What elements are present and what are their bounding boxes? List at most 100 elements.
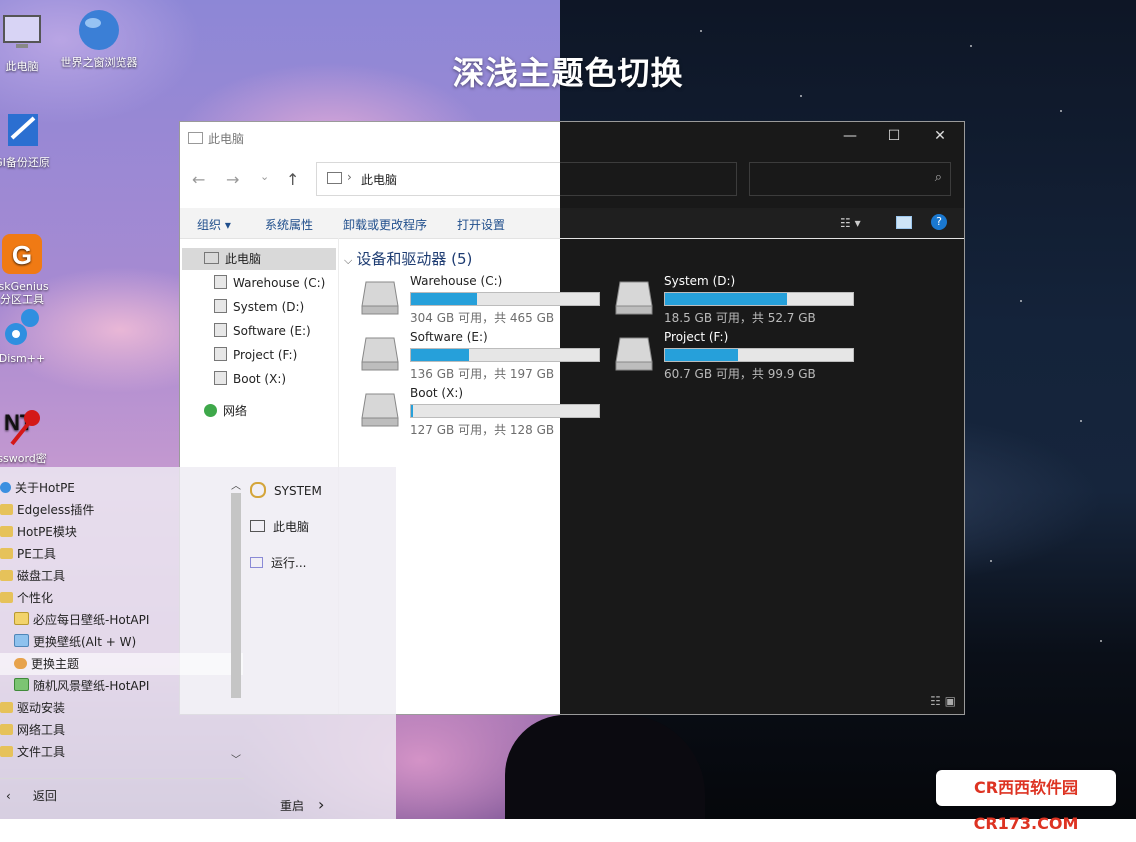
help-icon[interactable]: ? [931, 214, 947, 230]
menu-item-label: 更换壁纸(Alt + W) [33, 635, 137, 649]
search-icon: ⌕ [934, 170, 942, 185]
menu-item[interactable]: PE工具 [0, 543, 228, 565]
nav-drive-d[interactable]: System (D:) [180, 296, 334, 318]
nav-this-pc[interactable]: 此电脑 [182, 248, 336, 270]
start-menu-right-pane: SYSTEM 此电脑 运行... [250, 481, 322, 589]
desktop-icon-label: 世界之窗浏览器 [60, 56, 138, 69]
usage-fill [411, 349, 470, 361]
user-account[interactable]: SYSTEM [250, 481, 322, 517]
drive-tile-d[interactable]: System (D:) 18.5 GB 可用，共 52.7 GB [614, 274, 864, 326]
drive-tile-e[interactable]: Software (E:) 136 GB 可用，共 197 GB [360, 330, 610, 382]
scrollbar[interactable]: ︿ ﹀ [229, 477, 243, 767]
folder-icon [0, 570, 13, 581]
drive-name: Software (E:) [410, 330, 488, 344]
usage-bar [410, 348, 600, 362]
uninstall-button[interactable]: 卸载或更改程序 [343, 216, 427, 233]
menu-item-label: HotPE模块 [17, 525, 77, 539]
menu-item-label: 驱动安装 [17, 701, 66, 715]
organize-button[interactable]: 组织 ▾ [197, 216, 231, 233]
drive-capacity: 18.5 GB 可用，共 52.7 GB [664, 311, 816, 325]
drive-tile-c[interactable]: Warehouse (C:) 304 GB 可用，共 465 GB [360, 274, 610, 326]
drive-tile-f[interactable]: Project (F:) 60.7 GB 可用，共 99.9 GB [614, 330, 864, 382]
nav-drive-c[interactable]: Warehouse (C:) [180, 272, 334, 294]
desktop-icon-label: ssword密 [0, 452, 47, 465]
desktop-icon-backup[interactable]: GI备份还原 [0, 108, 64, 169]
view-toggle-icons[interactable]: ☷ ▣ [930, 694, 956, 708]
section-header[interactable]: ⌵ 设备和驱动器 (5) [344, 248, 472, 269]
folder-icon [0, 548, 13, 559]
menu-item[interactable]: 随机风景壁纸-HotAPI [0, 675, 228, 697]
hard-drive-icon [361, 281, 399, 315]
back-arrow-icon[interactable]: ← [192, 170, 205, 189]
run-link[interactable]: 运行... [250, 553, 322, 589]
menu-item[interactable]: 必应每日壁纸-HotAPI [0, 609, 228, 631]
gears-icon [0, 304, 44, 348]
nav-label: Software (E:) [233, 324, 311, 338]
svg-text:G: G [12, 240, 32, 270]
close-button[interactable]: ✕ [925, 128, 955, 146]
drive-tile-x[interactable]: Boot (X:) 127 GB 可用，共 128 GB [360, 386, 610, 438]
menu-item-label: Edgeless插件 [17, 503, 95, 517]
breadcrumb: 此电脑 [361, 173, 398, 187]
scrollbar-thumb[interactable] [231, 493, 241, 698]
desktop-icon-dism[interactable]: Dism++ [0, 304, 64, 365]
menu-item[interactable]: 驱动安装 [0, 697, 228, 719]
menu-item-selected[interactable]: 更换主题 [0, 653, 243, 675]
back-button[interactable]: ‹ 返回 [6, 787, 57, 804]
minimize-button[interactable]: — [835, 128, 865, 146]
search-input[interactable]: ⌕ [749, 162, 951, 196]
user-icon [250, 482, 266, 498]
usage-bar [664, 292, 854, 306]
chevron-up-icon[interactable]: ︿ [231, 477, 241, 492]
menu-item[interactable]: 个性化 [0, 587, 228, 609]
restart-label: 重启 [280, 799, 305, 813]
nav-label: 此电脑 [225, 252, 262, 266]
menu-item[interactable]: 网络工具 [0, 719, 228, 741]
forward-arrow-icon[interactable]: → [226, 170, 239, 189]
menu-item[interactable]: 更换壁纸(Alt + W) [0, 631, 228, 653]
nav-drive-x[interactable]: Boot (X:) [180, 368, 334, 390]
drive-icon [214, 275, 227, 289]
usage-bar [410, 292, 600, 306]
open-settings-button[interactable]: 打开设置 [457, 216, 505, 233]
nav-drive-e[interactable]: Software (E:) [180, 320, 334, 342]
restart-button[interactable]: 重启 › [280, 795, 324, 814]
back-label: 返回 [32, 789, 57, 803]
start-menu: 关于HotPE Edgeless插件 HotPE模块 PE工具 磁盘工具 个性化… [0, 467, 396, 819]
preview-pane-icon[interactable] [896, 216, 912, 229]
hard-drive-icon [361, 337, 399, 371]
menu-item-label: 必应每日壁纸-HotAPI [33, 613, 150, 627]
desktop-icon-label: 此电脑 [5, 60, 39, 73]
up-arrow-icon[interactable]: ↑ [286, 170, 299, 189]
desktop-icon-browser[interactable]: 世界之窗浏览器 [57, 8, 141, 69]
view-options-icon[interactable]: ☷ ▾ [840, 216, 861, 230]
menu-item[interactable]: 磁盘工具 [0, 565, 228, 587]
system-properties-button[interactable]: 系统属性 [265, 216, 313, 233]
desktop-icon-this-pc[interactable]: 此电脑 [0, 12, 64, 73]
this-pc-link[interactable]: 此电脑 [250, 517, 322, 553]
recent-dropdown-icon[interactable]: ⌄ [260, 170, 269, 183]
desktop-icon-label: iskGenius 分区工具 [0, 280, 49, 306]
hard-drive-icon [615, 281, 653, 315]
menu-item[interactable]: 文件工具 [0, 741, 228, 763]
maximize-button[interactable]: ☐ [879, 128, 909, 146]
usage-bar [664, 348, 854, 362]
command-bar-dark: ☷ ▾ ? [560, 208, 964, 238]
drive-capacity: 60.7 GB 可用，共 99.9 GB [664, 367, 816, 381]
divider [0, 778, 244, 779]
password-key-icon: NT [0, 404, 44, 448]
chevron-down-icon[interactable]: ﹀ [231, 751, 241, 766]
usage-fill [411, 405, 413, 417]
desktop-icon-password[interactable]: NT ssword密 [0, 404, 64, 465]
menu-item[interactable]: 关于HotPE [0, 477, 228, 499]
window-title-text: 此电脑 [208, 132, 245, 146]
usage-fill [411, 293, 477, 305]
menu-item[interactable]: Edgeless插件 [0, 499, 228, 521]
title-bar[interactable]: 此电脑 — ☐ ✕ [180, 122, 964, 152]
nav-drive-f[interactable]: Project (F:) [180, 344, 334, 366]
folder-icon [0, 746, 13, 757]
address-bar-dark[interactable] [560, 162, 737, 196]
desktop-icon-diskgenius[interactable]: G iskGenius 分区工具 [0, 206, 64, 306]
menu-item[interactable]: HotPE模块 [0, 521, 228, 543]
nav-network[interactable]: 网络 [180, 400, 334, 422]
